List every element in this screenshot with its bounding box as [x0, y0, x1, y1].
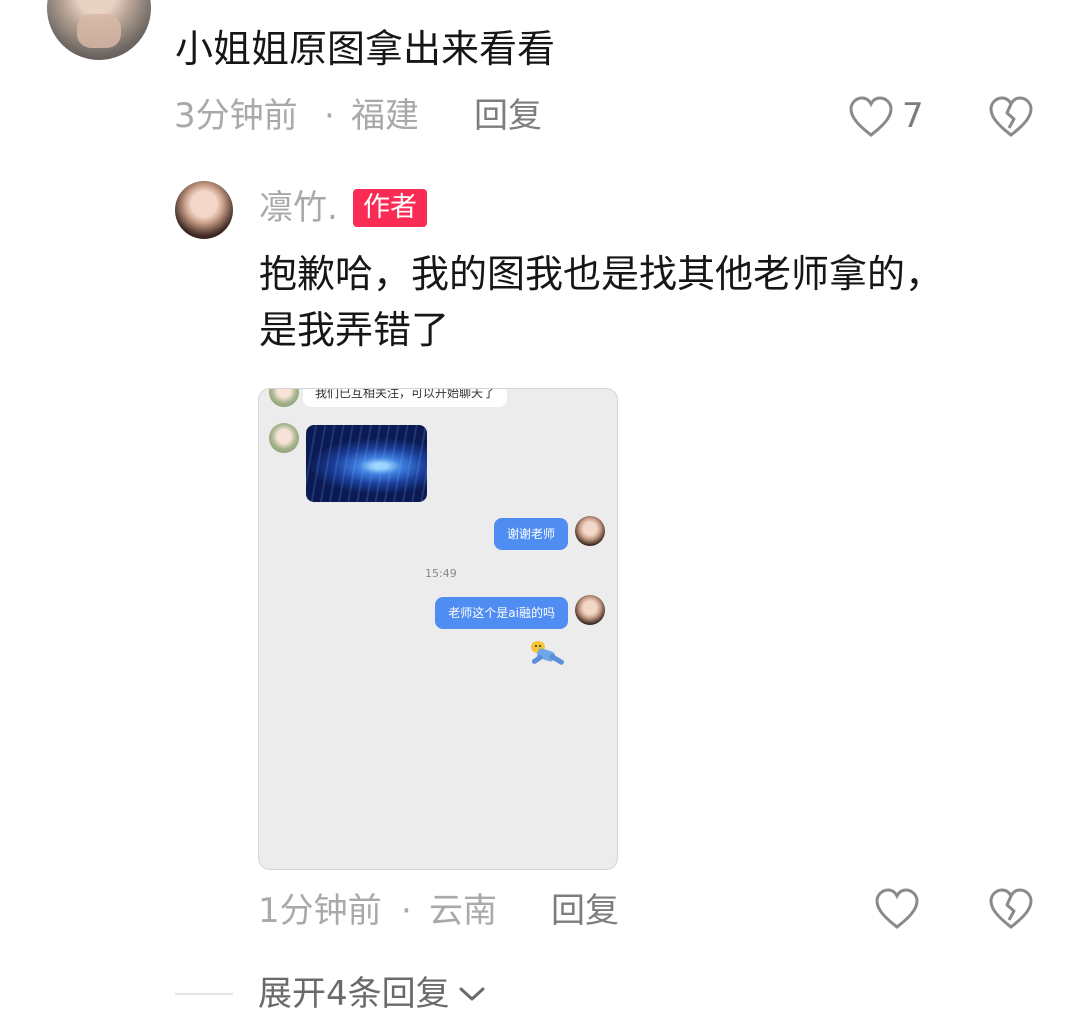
reply-button[interactable]: 回复: [474, 96, 542, 136]
like-count: 7: [902, 96, 924, 136]
dislike-button[interactable]: [988, 887, 1034, 931]
reply-text: 抱歉哈，我的图我也是找其他老师拿的， 是我弄错了: [259, 246, 1059, 358]
author-badge: 作者: [353, 189, 427, 227]
meta-separator: ·: [401, 891, 412, 931]
reply-time: 1分钟前: [258, 891, 382, 931]
reply-text-line-1: 抱歉哈，我的图我也是找其他老师拿的，: [259, 252, 944, 296]
reply-button[interactable]: 回复: [551, 891, 619, 931]
author-name[interactable]: 凛竹.: [259, 188, 338, 228]
chat-photo-message: [306, 425, 427, 502]
chevron-down-icon: [459, 987, 485, 1001]
chat-system-message: 我们已互相关注，可以开始聊天了: [303, 389, 508, 407]
comment-time: 3分钟前: [174, 96, 298, 136]
dislike-button[interactable]: [988, 95, 1034, 139]
attached-screenshot[interactable]: 我们已互相关注，可以开始聊天了 谢谢老师 15:49 老师这个是ai融的吗: [258, 388, 618, 870]
like-button[interactable]: [874, 887, 920, 931]
meta-separator: ·: [324, 96, 335, 136]
comment-text: 小姐姐原图拿出来看看: [175, 27, 556, 71]
sticker-icon: [531, 641, 565, 665]
chat-avatar-left: [269, 423, 299, 453]
reply-text-line-2: 是我弄错了: [259, 308, 450, 352]
broken-heart-icon: [989, 888, 1033, 929]
chat-avatar-right: [575, 516, 605, 546]
like-button[interactable]: [848, 95, 894, 139]
comment-location: 福建: [351, 96, 419, 136]
chat-avatar-right: [575, 595, 605, 625]
chat-timestamp: 15:49: [425, 567, 457, 580]
chat-message-question: 老师这个是ai融的吗: [435, 597, 568, 629]
divider-line: [175, 993, 233, 995]
expand-replies-label: 展开4条回复: [258, 974, 450, 1014]
chat-avatar-left: [269, 389, 299, 407]
commenter-avatar[interactable]: [47, 0, 151, 60]
reply-location: 云南: [429, 891, 497, 931]
author-avatar[interactable]: [175, 181, 233, 239]
chat-message-thanks: 谢谢老师: [493, 518, 568, 550]
broken-heart-icon: [989, 96, 1033, 137]
heart-outline-icon: [875, 888, 919, 929]
heart-outline-icon: [849, 96, 893, 137]
expand-replies-button[interactable]: 展开4条回复: [258, 973, 488, 1015]
